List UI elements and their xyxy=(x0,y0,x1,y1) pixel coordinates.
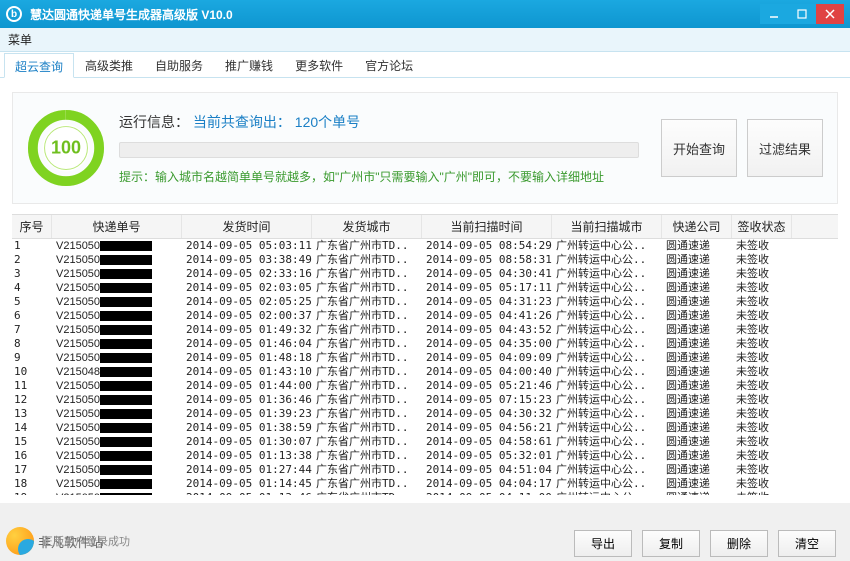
tracking-number-cell: V215050 xyxy=(52,351,182,365)
tracking-number-cell: V215050 xyxy=(52,491,182,495)
tracking-number-cell: V215050 xyxy=(52,337,182,351)
table-row[interactable]: 13V2150502014-09-05 01:39:23广东省广州市TD..20… xyxy=(12,407,838,421)
status-text: 正版用户登录成功 xyxy=(42,533,130,549)
redacted-icon xyxy=(100,241,152,251)
info-panel: 100 运行信息： 当前共查询出： 120个单号 提示：输入城市名越简单单号就越… xyxy=(12,92,838,204)
redacted-icon xyxy=(100,423,152,433)
redacted-icon xyxy=(100,325,152,335)
tab-4[interactable]: 更多软件 xyxy=(284,52,354,77)
tab-1[interactable]: 高级类推 xyxy=(74,52,144,77)
tab-5[interactable]: 官方论坛 xyxy=(354,52,424,77)
tracking-number-cell: V215050 xyxy=(52,295,182,309)
delete-button[interactable]: 删除 xyxy=(710,530,768,557)
window-title: 慧达圆通快递单号生成器高级版 V10.0 xyxy=(30,6,760,23)
column-header[interactable]: 快递单号 xyxy=(52,215,182,238)
redacted-icon xyxy=(100,367,152,377)
redacted-icon xyxy=(100,409,152,419)
table-row[interactable]: 8V2150502014-09-05 01:46:04广东省广州市TD..201… xyxy=(12,337,838,351)
redacted-icon xyxy=(100,353,152,363)
footer-buttons: 导出 复制 删除 清空 xyxy=(574,530,836,557)
minimize-button[interactable] xyxy=(760,4,788,24)
tracking-number-cell: V215050 xyxy=(52,393,182,407)
redacted-icon xyxy=(100,339,152,349)
column-header[interactable]: 当前扫描时间 xyxy=(422,215,552,238)
tracking-number-cell: V215050 xyxy=(52,421,182,435)
tab-0[interactable]: 超云查询 xyxy=(4,53,74,78)
redacted-icon xyxy=(100,311,152,321)
column-header[interactable]: 快递公司 xyxy=(662,215,732,238)
filter-result-button[interactable]: 过滤结果 xyxy=(747,119,823,177)
redacted-icon xyxy=(100,479,152,489)
table-row[interactable]: 6V2150502014-09-05 02:00:37广东省广州市TD..201… xyxy=(12,309,838,323)
table-row[interactable]: 3V2150502014-09-05 02:33:16广东省广州市TD..201… xyxy=(12,267,838,281)
table-body[interactable]: 1V2150502014-09-05 05:03:11广东省广州市TD..201… xyxy=(12,239,838,495)
gauge-icon: 100 xyxy=(27,109,105,187)
column-header[interactable]: 当前扫描城市 xyxy=(552,215,662,238)
column-header[interactable]: 发货城市 xyxy=(312,215,422,238)
tracking-number-cell: V215050 xyxy=(52,267,182,281)
tracking-number-cell: V215050 xyxy=(52,323,182,337)
table-row[interactable]: 5V2150502014-09-05 02:05:25广东省广州市TD..201… xyxy=(12,295,838,309)
table-row[interactable]: 2V2150502014-09-05 03:38:49广东省广州市TD..201… xyxy=(12,253,838,267)
progress-bar xyxy=(119,142,639,158)
table-row[interactable]: 14V2150502014-09-05 01:38:59广东省广州市TD..20… xyxy=(12,421,838,435)
tab-3[interactable]: 推广赚钱 xyxy=(214,52,284,77)
table-row[interactable]: 16V2150502014-09-05 01:13:38广东省广州市TD..20… xyxy=(12,449,838,463)
table-row[interactable]: 19V2150502014-09-05 01:13:46广东省广州市TD..20… xyxy=(12,491,838,495)
hint-text: 提示：输入城市名越简单单号就越多，如"广州市"只需要输入"广州"即可，不要输入详… xyxy=(119,168,647,185)
redacted-icon xyxy=(100,269,152,279)
table-row[interactable]: 11V2150502014-09-05 01:44:00广东省广州市TD..20… xyxy=(12,379,838,393)
table-row[interactable]: 1V2150502014-09-05 05:03:11广东省广州市TD..201… xyxy=(12,239,838,253)
redacted-icon xyxy=(100,297,152,307)
tracking-number-cell: V215048 xyxy=(52,365,182,379)
tab-2[interactable]: 自助服务 xyxy=(144,52,214,77)
close-button[interactable] xyxy=(816,4,844,24)
redacted-icon xyxy=(100,381,152,391)
redacted-icon xyxy=(100,255,152,265)
table-header: 序号快递单号发货时间发货城市当前扫描时间当前扫描城市快递公司签收状态 xyxy=(12,215,838,239)
gauge-value: 100 xyxy=(51,138,81,159)
app-logo-icon: b xyxy=(6,6,22,22)
table-row[interactable]: 12V2150502014-09-05 01:36:46广东省广州市TD..20… xyxy=(12,393,838,407)
menubar[interactable]: 菜单 xyxy=(0,28,850,52)
tracking-number-cell: V215050 xyxy=(52,281,182,295)
tracking-number-cell: V215050 xyxy=(52,435,182,449)
tracking-number-cell: V215050 xyxy=(52,239,182,253)
clear-button[interactable]: 清空 xyxy=(778,530,836,557)
tabbar: 超云查询高级类推自助服务推广赚钱更多软件官方论坛 xyxy=(0,52,850,78)
redacted-icon xyxy=(100,395,152,405)
query-count: 120个单号 xyxy=(295,114,360,130)
column-header[interactable]: 序号 xyxy=(12,215,52,238)
table-row[interactable]: 18V2150502014-09-05 01:14:45广东省广州市TD..20… xyxy=(12,477,838,491)
tracking-number-cell: V215050 xyxy=(52,449,182,463)
tracking-number-cell: V215050 xyxy=(52,407,182,421)
table-row[interactable]: 15V2150502014-09-05 01:30:07广东省广州市TD..20… xyxy=(12,435,838,449)
result-table: 序号快递单号发货时间发货城市当前扫描时间当前扫描城市快递公司签收状态 1V215… xyxy=(12,214,838,495)
redacted-icon xyxy=(100,465,152,475)
tracking-number-cell: V215050 xyxy=(52,379,182,393)
redacted-icon xyxy=(100,451,152,461)
redacted-icon xyxy=(100,437,152,447)
export-button[interactable]: 导出 xyxy=(574,530,632,557)
tracking-number-cell: V215050 xyxy=(52,253,182,267)
maximize-button[interactable] xyxy=(788,4,816,24)
redacted-icon xyxy=(100,283,152,293)
redacted-icon xyxy=(100,493,152,495)
tracking-number-cell: V215050 xyxy=(52,309,182,323)
watermark-icon xyxy=(6,527,34,555)
column-header[interactable]: 发货时间 xyxy=(182,215,312,238)
table-row[interactable]: 10V2150482014-09-05 01:43:10广东省广州市TD..20… xyxy=(12,365,838,379)
table-row[interactable]: 17V2150502014-09-05 01:27:44广东省广州市TD..20… xyxy=(12,463,838,477)
table-row[interactable]: 7V2150502014-09-05 01:49:32广东省广州市TD..201… xyxy=(12,323,838,337)
copy-button[interactable]: 复制 xyxy=(642,530,700,557)
menu-item[interactable]: 菜单 xyxy=(8,31,32,48)
column-header[interactable]: 签收状态 xyxy=(732,215,792,238)
start-query-button[interactable]: 开始查询 xyxy=(661,119,737,177)
table-row[interactable]: 4V2150502014-09-05 02:03:05广东省广州市TD..201… xyxy=(12,281,838,295)
tracking-number-cell: V215050 xyxy=(52,463,182,477)
titlebar: b 慧达圆通快递单号生成器高级版 V10.0 xyxy=(0,0,850,28)
table-row[interactable]: 9V2150502014-09-05 01:48:18广东省广州市TD..201… xyxy=(12,351,838,365)
info-header: 运行信息： 当前共查询出： 120个单号 xyxy=(119,112,647,132)
tracking-number-cell: V215050 xyxy=(52,477,182,491)
